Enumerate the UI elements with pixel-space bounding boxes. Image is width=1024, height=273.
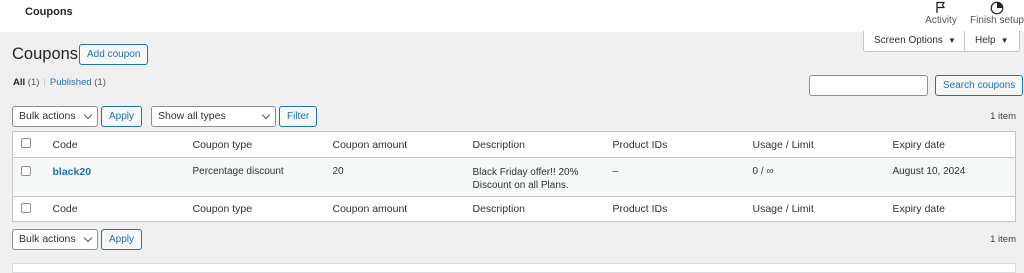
coupon-amount-cell: 20 xyxy=(332,166,344,177)
apply-button-bottom[interactable]: Apply xyxy=(101,229,143,250)
column-header-usage-limit: Usage / Limit xyxy=(742,131,883,158)
select-all-checkbox[interactable] xyxy=(21,138,31,148)
column-header-product-ids: Product IDs xyxy=(602,131,743,158)
coupons-table: Code Coupon type Coupon amount Descripti… xyxy=(12,131,1016,222)
column-footer-code[interactable]: Code xyxy=(42,196,183,222)
row-checkbox[interactable] xyxy=(21,166,31,176)
column-header-expiry-date: Expiry date xyxy=(882,131,1016,158)
select-all-checkbox-bottom[interactable] xyxy=(21,202,31,213)
status-views: All (1) | Published (1) xyxy=(13,77,106,88)
column-header-coupon-type: Coupon type xyxy=(182,131,323,158)
coupon-type-filter-value: Show all types xyxy=(158,110,226,122)
column-header-code[interactable]: Code xyxy=(42,131,183,158)
progress-circle-icon xyxy=(967,1,1024,15)
items-count-bottom: 1 item xyxy=(990,234,1016,245)
column-footer-expiry-date: Expiry date xyxy=(882,196,1016,222)
chevron-down-icon xyxy=(83,110,93,120)
top-bar-title: Coupons xyxy=(25,6,73,18)
screen-options-button[interactable]: Screen Options ▼ xyxy=(863,31,967,52)
add-coupon-button[interactable]: Add coupon xyxy=(79,44,149,65)
column-footer-usage-limit: Usage / Limit xyxy=(742,196,883,222)
product-ids-cell: – xyxy=(612,166,619,177)
table-footer-row: Code Coupon type Coupon amount Descripti… xyxy=(12,196,1016,222)
column-header-description: Description xyxy=(462,131,603,158)
search-input[interactable] xyxy=(809,75,928,96)
row-checkbox-cell[interactable] xyxy=(13,158,43,197)
column-footer-coupon-amount: Coupon amount xyxy=(322,196,463,222)
help-label: Help xyxy=(975,35,996,46)
coupon-description: Black Friday offer!! 20% Discount on all… xyxy=(472,167,579,191)
column-header-coupon-amount: Coupon amount xyxy=(322,131,463,158)
column-footer-description: Description xyxy=(462,196,603,222)
search-coupons-button[interactable]: Search coupons xyxy=(935,75,1024,96)
coupon-type-cell: Percentage discount xyxy=(192,166,284,177)
bulk-actions-value-bottom: Bulk actions xyxy=(19,233,76,245)
activity-label: Activity xyxy=(925,15,957,26)
caret-down-icon: ▼ xyxy=(947,36,956,45)
chevron-down-icon xyxy=(261,110,271,120)
apply-button-top[interactable]: Apply xyxy=(101,106,143,127)
bulk-actions-select-bottom[interactable]: Bulk actions xyxy=(12,229,98,250)
expiry-date-cell: August 10, 2024 xyxy=(892,166,966,177)
table-row: black20 Percentage discount 20 Black Fri… xyxy=(12,157,1016,197)
table-header-row: Code Coupon type Coupon amount Descripti… xyxy=(12,131,1016,158)
help-button[interactable]: Help ▼ xyxy=(964,31,1020,52)
screen-options-label: Screen Options xyxy=(874,35,943,46)
page-title: Coupons xyxy=(12,45,79,63)
select-all-checkbox-cell-bottom[interactable] xyxy=(12,196,43,222)
description-cell: Black Friday offer!! 20% Discount on all… xyxy=(463,158,603,197)
coupon-type-filter-select[interactable]: Show all types xyxy=(151,106,276,127)
bulk-actions-value: Bulk actions xyxy=(19,110,76,122)
column-footer-coupon-type: Coupon type xyxy=(182,196,323,222)
view-separator: | xyxy=(43,77,46,88)
activity-button[interactable]: Activity xyxy=(911,0,971,26)
filter-button[interactable]: Filter xyxy=(279,106,318,127)
bulk-actions-select-top[interactable]: Bulk actions xyxy=(12,106,98,127)
select-all-checkbox-cell[interactable] xyxy=(12,131,43,158)
items-count-top: 1 item xyxy=(990,111,1016,122)
view-published[interactable]: Published (1) xyxy=(50,77,106,88)
coupon-code-cell: black20 xyxy=(43,158,183,197)
flag-icon xyxy=(911,1,971,14)
finish-setup-button[interactable]: Finish setup xyxy=(967,0,1024,26)
usage-limit-cell: 0 / ∞ xyxy=(752,166,774,177)
column-footer-product-ids: Product IDs xyxy=(602,196,743,222)
top-bar: Coupons Activity Finish setup xyxy=(0,0,1024,32)
caret-down-icon: ▼ xyxy=(1000,36,1009,45)
footer-panel xyxy=(12,263,1016,273)
view-all[interactable]: All (1) xyxy=(13,77,39,88)
chevron-down-icon xyxy=(83,233,93,243)
coupon-code-link[interactable]: black20 xyxy=(53,166,92,178)
finish-setup-label: Finish setup xyxy=(970,15,1024,26)
